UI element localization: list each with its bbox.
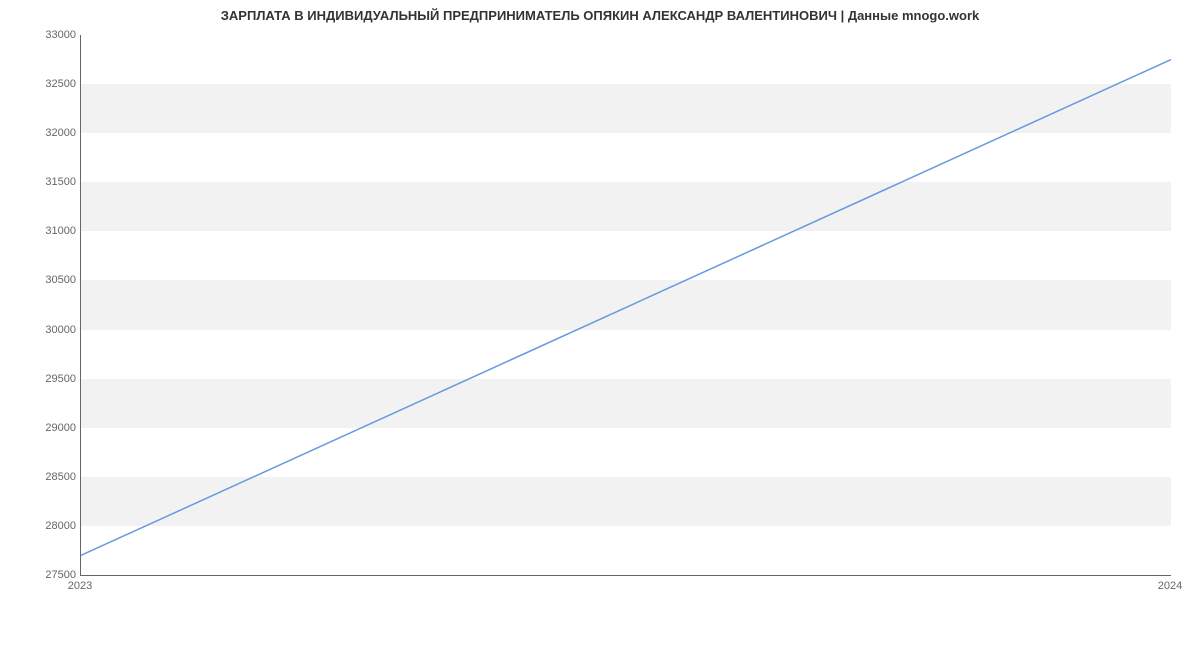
y-tick-label: 31500 xyxy=(6,176,76,188)
y-tick-label: 32000 xyxy=(6,127,76,139)
plot-area xyxy=(80,35,1171,576)
y-tick-label: 28500 xyxy=(6,471,76,483)
y-tick-label: 27500 xyxy=(6,569,76,581)
y-tick-label: 30000 xyxy=(6,324,76,336)
x-tick-label: 2024 xyxy=(1158,580,1182,592)
y-tick-label: 30500 xyxy=(6,274,76,286)
y-tick-label: 28000 xyxy=(6,520,76,532)
chart-container: ЗАРПЛАТА В ИНДИВИДУАЛЬНЫЙ ПРЕДПРИНИМАТЕЛ… xyxy=(0,0,1200,620)
y-tick-label: 31000 xyxy=(6,225,76,237)
series-line xyxy=(81,60,1171,556)
y-tick-label: 33000 xyxy=(6,29,76,41)
y-tick-label: 32500 xyxy=(6,78,76,90)
x-tick-label: 2023 xyxy=(68,580,92,592)
y-tick-label: 29500 xyxy=(6,373,76,385)
chart-title: ЗАРПЛАТА В ИНДИВИДУАЛЬНЫЙ ПРЕДПРИНИМАТЕЛ… xyxy=(0,0,1200,23)
y-tick-label: 29000 xyxy=(6,422,76,434)
line-layer xyxy=(81,35,1171,575)
